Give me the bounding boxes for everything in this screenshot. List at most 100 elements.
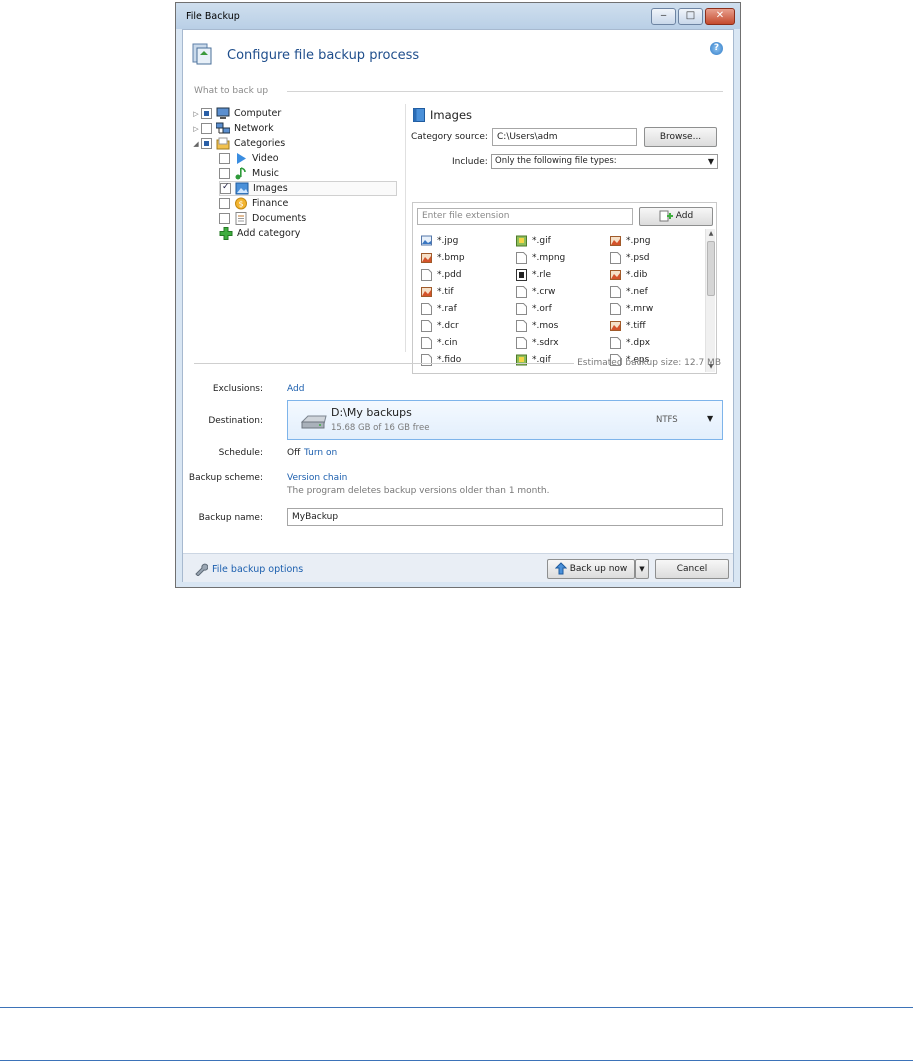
wrench-icon [195, 563, 208, 576]
destination-select[interactable]: D:\My backups 15.68 GB of 16 GB free NTF… [287, 400, 723, 440]
scroll-thumb[interactable] [707, 241, 715, 296]
page-rule [0, 1007, 913, 1008]
minimize-button[interactable]: ‒ [651, 8, 676, 25]
extension-input[interactable]: Enter file extension [417, 208, 633, 225]
back-up-now-button[interactable]: Back up now [547, 559, 635, 579]
extension-label: *.tif [437, 287, 454, 297]
tree-item-computer[interactable]: ▷ Computer [191, 106, 281, 121]
file-type-icon [421, 287, 432, 297]
tree-item-label: Network [234, 123, 274, 134]
close-button[interactable]: ✕ [705, 8, 735, 25]
collapse-arrow-icon[interactable]: ◢ [191, 140, 201, 148]
extension-item[interactable]: *.nef [610, 285, 648, 299]
extension-item[interactable]: *.dib [610, 268, 647, 282]
back-up-now-dropdown[interactable]: ▼ [635, 559, 649, 579]
tree-item-label: Video [252, 153, 279, 164]
schedule-turn-on-link[interactable]: Turn on [304, 448, 337, 458]
backup-name-label: Backup name: [198, 513, 263, 523]
tree-item-documents[interactable]: Documents [219, 211, 306, 226]
tree-item-images[interactable]: Images [219, 181, 397, 196]
tree-item-music[interactable]: Music [219, 166, 279, 181]
exclusions-add-link[interactable]: Add [287, 384, 304, 394]
extension-item[interactable]: *.mpng [516, 251, 565, 265]
extension-item[interactable]: *.mrw [610, 302, 653, 316]
extension-item[interactable]: *.mos [516, 319, 558, 333]
finance-checkbox[interactable] [219, 198, 230, 209]
add-extension-button[interactable]: Add [639, 207, 713, 226]
extension-item[interactable]: *.pdd [421, 268, 462, 282]
file-type-icon [610, 337, 621, 349]
add-category-label: Add category [237, 228, 301, 239]
extension-scrollbar[interactable]: ▲ ▼ [705, 229, 715, 372]
file-type-icon [516, 320, 527, 332]
extension-label: *.cin [437, 338, 458, 348]
add-extension-label: Add [675, 211, 694, 221]
back-up-now-label: Back up now [569, 564, 628, 574]
extension-item[interactable]: *.png [610, 234, 651, 248]
extension-item[interactable]: *.sdrx [516, 336, 559, 350]
backup-name-input[interactable]: MyBackup [287, 508, 723, 526]
window-title: File Backup [186, 11, 240, 22]
tree-item-label: Computer [234, 108, 282, 119]
extension-label: *.mpng [532, 253, 566, 263]
file-backup-options-link[interactable]: File backup options [194, 563, 303, 576]
extension-item[interactable]: *.fido [421, 353, 461, 367]
file-type-icon [421, 253, 432, 263]
expand-arrow-icon[interactable]: ▷ [191, 110, 201, 118]
extension-item[interactable]: *.cin [421, 336, 458, 350]
estimated-size: Estimated backup size: 12.7 MB [577, 358, 721, 368]
tree-item-network[interactable]: ▷ Network [191, 121, 274, 136]
schedule-label: Schedule: [218, 448, 263, 458]
tree-item-label: Categories [234, 138, 286, 149]
extension-label: *.dcr [437, 321, 459, 331]
music-checkbox[interactable] [219, 168, 230, 179]
extension-item[interactable]: *.dcr [421, 319, 459, 333]
cancel-button[interactable]: Cancel [655, 559, 729, 579]
categories-checkbox[interactable] [201, 138, 212, 149]
add-category-button[interactable]: Add category [219, 226, 300, 241]
maximize-button[interactable]: □ [678, 8, 703, 25]
computer-checkbox[interactable] [201, 108, 212, 119]
svg-text:$: $ [238, 200, 243, 209]
extension-item[interactable]: *.rle [516, 268, 551, 282]
scroll-up-icon[interactable]: ▲ [706, 229, 716, 239]
file-backup-options-label: File backup options [212, 564, 304, 575]
title-bar[interactable]: File Backup ‒ □ ✕ [176, 3, 740, 29]
browse-button[interactable]: Browse... [644, 127, 717, 147]
file-type-icon [516, 269, 527, 281]
expand-arrow-icon[interactable]: ▷ [191, 125, 201, 133]
backup-scheme-link[interactable]: Version chain [287, 473, 347, 483]
extension-item[interactable]: *.orf [516, 302, 552, 316]
extension-label: *.png [626, 236, 651, 246]
extension-item[interactable]: *.psd [610, 251, 649, 265]
category-title: Images [413, 108, 472, 122]
page-rule [0, 1060, 913, 1061]
extension-item[interactable]: *.gif [516, 234, 551, 248]
extension-item[interactable]: *.dpx [610, 336, 650, 350]
help-icon[interactable]: ? [710, 42, 723, 55]
finance-icon: $ [235, 197, 247, 210]
extension-item[interactable]: *.tiff [610, 319, 646, 333]
tree-item-finance[interactable]: $ Finance [219, 196, 288, 211]
extension-item[interactable]: *.tif [421, 285, 454, 299]
extension-item[interactable]: *.gif [516, 353, 551, 367]
tree-item-categories[interactable]: ◢ Categories [191, 136, 285, 151]
include-select[interactable]: Only the following file types: ▼ [491, 154, 718, 169]
extension-item[interactable]: *.jpg [421, 234, 458, 248]
chevron-down-icon: ▼ [707, 157, 714, 166]
extension-item[interactable]: *.bmp [421, 251, 465, 265]
extension-item[interactable]: *.raf [421, 302, 457, 316]
extension-label: *.bmp [437, 253, 465, 263]
extension-label: *.pdd [437, 270, 462, 280]
destination-free-space: 15.68 GB of 16 GB free [331, 423, 430, 433]
category-source-input[interactable]: C:\Users\adm [492, 128, 637, 146]
video-checkbox[interactable] [219, 153, 230, 164]
file-type-icon [516, 354, 527, 366]
panel-splitter[interactable] [405, 104, 406, 352]
tree-item-video[interactable]: Video [219, 151, 279, 166]
extension-item[interactable]: *.crw [516, 285, 555, 299]
images-checkbox[interactable] [220, 182, 231, 194]
divider [287, 91, 723, 92]
documents-checkbox[interactable] [219, 213, 230, 224]
network-checkbox[interactable] [201, 123, 212, 134]
